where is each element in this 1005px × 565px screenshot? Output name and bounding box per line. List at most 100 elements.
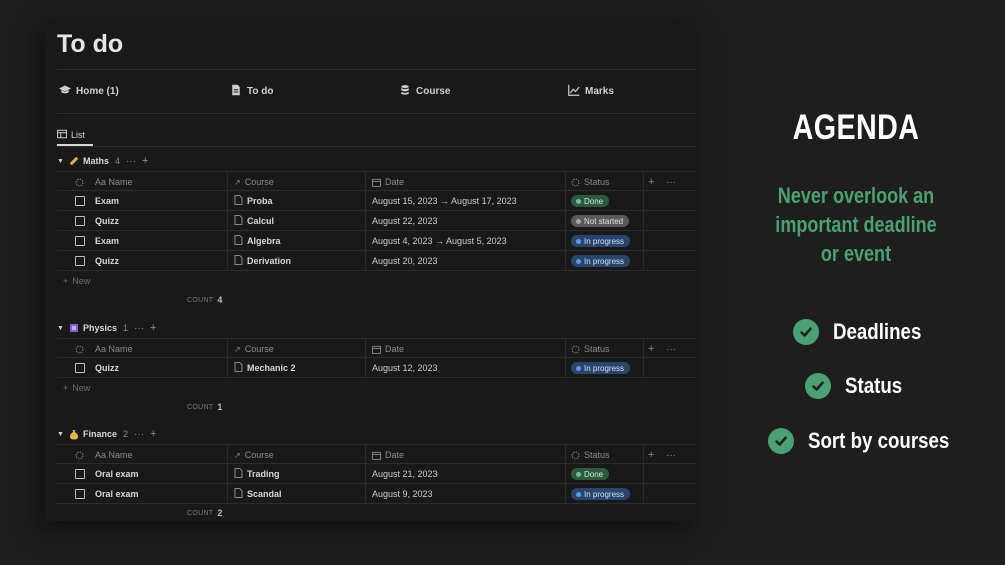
add-property-icon[interactable]: +	[648, 172, 654, 192]
checkbox[interactable]	[75, 236, 85, 246]
row-date[interactable]: August 4, 2023 → August 5, 2023	[365, 231, 565, 251]
status-badge: Done	[584, 196, 604, 206]
row-course[interactable]: Algebra	[227, 231, 365, 251]
column-course[interactable]: ↗ Course	[227, 445, 365, 465]
row-date[interactable]: August 15, 2023 → August 17, 2023	[365, 191, 565, 211]
column-name[interactable]: Aa Name	[95, 445, 133, 465]
status-badge: In progress	[584, 363, 625, 373]
row-name[interactable]: Exam	[95, 191, 119, 211]
column-status[interactable]: Status	[565, 172, 643, 192]
check-circle-icon	[793, 319, 819, 345]
row-date[interactable]: August 20, 2023	[365, 251, 565, 271]
row-status[interactable]: In progress	[565, 484, 643, 504]
more-icon[interactable]: ···	[126, 156, 136, 167]
graduation-cap-icon	[59, 84, 71, 99]
row-name[interactable]: Quizz	[95, 358, 119, 378]
column-date[interactable]: Date	[365, 445, 565, 465]
calendar-icon	[372, 178, 381, 187]
nav-todo-link[interactable]: To do	[230, 84, 273, 99]
table-row[interactable]: Quizz Calcul August 22, 2023 Not started	[57, 211, 696, 231]
count-value: 1	[217, 402, 223, 412]
row-course[interactable]: Derivation	[227, 251, 365, 271]
checkbox[interactable]	[75, 363, 85, 373]
row-status[interactable]: In progress	[565, 251, 643, 271]
nav-home-link[interactable]: Home (1)	[59, 84, 119, 99]
row-name[interactable]: Exam	[95, 231, 119, 251]
more-icon[interactable]: ···	[134, 429, 144, 440]
collapse-caret-icon[interactable]: ▼	[57, 431, 67, 438]
column-date[interactable]: Date	[365, 172, 565, 192]
column-status[interactable]: Status	[565, 445, 643, 465]
table-row[interactable]: Quizz Mechanic 2 August 12, 2023 In prog…	[57, 358, 696, 378]
column-name[interactable]: Aa Name	[95, 339, 133, 359]
collapse-caret-icon[interactable]: ▼	[57, 158, 67, 165]
row-course[interactable]: Scandal	[227, 484, 365, 504]
row-name[interactable]: Oral exam	[95, 484, 139, 504]
column-date[interactable]: Date	[365, 339, 565, 359]
row-name[interactable]: Quizz	[95, 251, 119, 271]
more-icon[interactable]: ···	[666, 339, 676, 359]
row-status[interactable]: Done	[565, 191, 643, 211]
row-date[interactable]: August 22, 2023	[365, 211, 565, 231]
nav-label: Marks	[585, 86, 614, 97]
count-value: 2	[217, 508, 223, 518]
add-property-icon[interactable]: +	[648, 445, 654, 465]
new-row-button[interactable]: + New	[57, 378, 696, 398]
page-icon	[234, 362, 243, 374]
status-icon	[571, 178, 580, 187]
column-course[interactable]: ↗ Course	[227, 339, 365, 359]
row-status[interactable]: In progress	[565, 231, 643, 251]
nav-marks-link[interactable]: Marks	[568, 84, 614, 99]
column-name[interactable]: Aa Name	[95, 172, 133, 192]
column-status[interactable]: Status	[565, 339, 643, 359]
row-course[interactable]: Trading	[227, 464, 365, 484]
more-icon[interactable]: ···	[666, 445, 676, 465]
more-icon[interactable]: ···	[666, 172, 676, 192]
count-summary: COUNT 1	[187, 402, 223, 412]
group-header[interactable]: ▼ Maths 4 ··· +	[57, 153, 696, 169]
feature-sort-by-courses: Sort by courses	[768, 428, 974, 454]
checkbox[interactable]	[75, 196, 85, 206]
checkbox[interactable]	[75, 489, 85, 499]
table-row[interactable]: Exam Proba August 15, 2023 → August 17, …	[57, 191, 696, 211]
page-icon	[234, 488, 243, 500]
row-status[interactable]: In progress	[565, 358, 643, 378]
table-row[interactable]: Oral exam Scandal August 9, 2023 In prog…	[57, 484, 696, 504]
tab-list[interactable]: List	[57, 126, 85, 144]
notion-panel: To do Home (1) To do Course Marks List ▼…	[45, 20, 696, 521]
row-name[interactable]: Oral exam	[95, 464, 139, 484]
row-status[interactable]: Done	[565, 464, 643, 484]
row-course[interactable]: Calcul	[227, 211, 365, 231]
page-icon	[234, 235, 243, 247]
row-name[interactable]: Quizz	[95, 211, 119, 231]
row-date[interactable]: August 12, 2023	[365, 358, 565, 378]
row-course[interactable]: Mechanic 2	[227, 358, 365, 378]
group-header[interactable]: ▼ Physics 1 ··· +	[57, 320, 696, 336]
more-icon[interactable]: ···	[134, 323, 144, 334]
group-name: Finance	[83, 429, 118, 439]
table-row[interactable]: Oral exam Trading August 21, 2023 Done	[57, 464, 696, 484]
row-course[interactable]: Proba	[227, 191, 365, 211]
relation-arrow-icon: ↗	[234, 344, 241, 354]
table-row[interactable]: Quizz Derivation August 20, 2023 In prog…	[57, 251, 696, 271]
page-icon	[234, 215, 243, 227]
new-row-button[interactable]: + New	[57, 271, 696, 291]
plus-icon[interactable]: +	[150, 428, 156, 440]
checkbox[interactable]	[75, 256, 85, 266]
row-status[interactable]: Not started	[565, 211, 643, 231]
group-maths: ▼ Maths 4 ··· + Aa Name ↗ Course Date Sta…	[57, 153, 696, 309]
checkbox[interactable]	[75, 216, 85, 226]
collapse-caret-icon[interactable]: ▼	[57, 325, 67, 332]
plus-icon[interactable]: +	[142, 155, 148, 167]
add-property-icon[interactable]: +	[648, 339, 654, 359]
row-date[interactable]: August 9, 2023	[365, 484, 565, 504]
nav-course-link[interactable]: Course	[399, 84, 450, 99]
calendar-icon	[372, 345, 381, 354]
promo-tagline: Never overlook an important deadline or …	[775, 183, 937, 266]
checkbox[interactable]	[75, 469, 85, 479]
row-date[interactable]: August 21, 2023	[365, 464, 565, 484]
table-row[interactable]: Exam Algebra August 4, 2023 → August 5, …	[57, 231, 696, 251]
column-course[interactable]: ↗ Course	[227, 172, 365, 192]
plus-icon[interactable]: +	[150, 322, 156, 334]
group-header[interactable]: ▼ Finance 2 ··· +	[57, 426, 696, 442]
